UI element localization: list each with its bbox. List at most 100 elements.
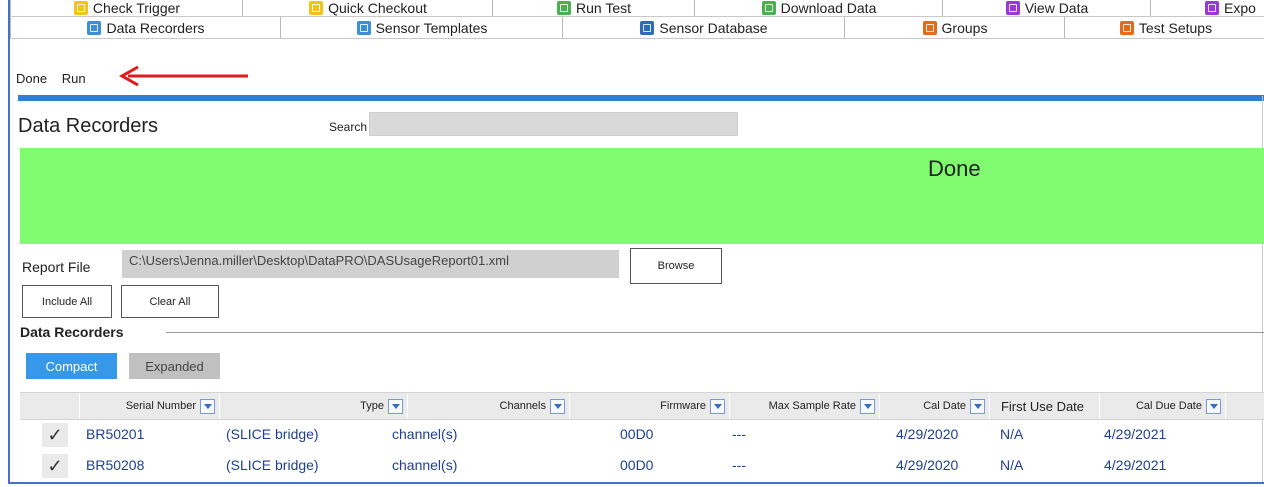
search-label: Search: [329, 120, 368, 134]
tab-label: View Data: [1024, 0, 1089, 16]
groups-icon: [922, 20, 937, 35]
tab-label: Expo: [1224, 0, 1256, 16]
column-header-first-use-date[interactable]: First Use Date: [990, 393, 1100, 419]
run-test-icon: [557, 1, 571, 15]
tab-label: Quick Checkout: [328, 0, 427, 16]
sensor-database-icon: [640, 20, 655, 35]
filter-dropdown-icon[interactable]: [710, 398, 725, 414]
tab-sensor-database[interactable]: Sensor Database: [562, 17, 845, 38]
tab-test-setups[interactable]: Test Setups: [1064, 17, 1264, 38]
report-file-label: Report File: [22, 259, 91, 275]
tab-row-bottom: Data Recorders Sensor Templates Sensor D…: [10, 17, 1264, 39]
table-row[interactable]: ✓ BR50201 (SLICE bridge) channel(s) 00D0…: [20, 420, 1264, 450]
max-sample-rate-cell: ---: [732, 457, 746, 473]
column-header-max-sample-rate[interactable]: Max Sample Rate: [730, 393, 880, 419]
channels-cell: channel(s): [392, 457, 458, 473]
column-header-type[interactable]: Type: [220, 393, 408, 419]
run-command[interactable]: Run: [62, 71, 86, 86]
sensor-templates-icon: [356, 20, 371, 35]
page-title: Data Recorders: [18, 115, 159, 137]
tab-label: Data Recorders: [106, 19, 205, 36]
tab-view-data[interactable]: View Data: [942, 0, 1151, 16]
tab-label: Sensor Database: [659, 19, 768, 36]
data-recorders-icon: [87, 20, 102, 35]
filter-dropdown-icon[interactable]: [1206, 398, 1221, 414]
tab-sensor-templates[interactable]: Sensor Templates: [280, 17, 563, 38]
browse-button[interactable]: Browse: [630, 248, 722, 284]
filter-dropdown-icon[interactable]: [388, 398, 403, 414]
tab-label: Groups: [941, 19, 988, 36]
cal-date-cell: 4/29/2020: [896, 457, 959, 473]
column-label: Max Sample Rate: [768, 400, 856, 412]
cal-date-cell: 4/29/2020: [896, 426, 959, 442]
tab-export[interactable]: Expo: [1150, 0, 1264, 16]
channels-cell: channel(s): [392, 426, 458, 442]
row-checkbox[interactable]: ✓: [42, 423, 68, 447]
command-menu: Done Run: [16, 71, 97, 86]
first-use-date-cell: N/A: [1000, 426, 1024, 442]
clear-all-button[interactable]: Clear All: [121, 285, 219, 318]
header-divider: [18, 95, 1264, 101]
grid-header: Serial Number Type Channels Firmware Max…: [20, 392, 1264, 420]
expanded-view-button[interactable]: Expanded: [129, 353, 220, 379]
tab-label: Download Data: [780, 0, 877, 16]
tab-data-recorders[interactable]: Data Recorders: [10, 17, 281, 38]
type-cell: (SLICE bridge): [226, 457, 319, 473]
tab-check-trigger[interactable]: Check Trigger: [10, 0, 243, 16]
tab-label: Sensor Templates: [375, 19, 488, 36]
column-label: Firmware: [660, 400, 706, 412]
section-divider: [166, 332, 1264, 333]
table-row[interactable]: ✓ BR50208 (SLICE bridge) channel(s) 00D0…: [20, 451, 1264, 481]
tab-run-test[interactable]: Run Test: [492, 0, 695, 16]
column-label: Cal Due Date: [1135, 400, 1202, 412]
tab-row-top: Check Trigger Quick Checkout Run Test Do…: [10, 0, 1264, 17]
test-setups-icon: [1119, 20, 1134, 35]
type-cell: (SLICE bridge): [226, 426, 319, 442]
filter-dropdown-icon[interactable]: [970, 398, 985, 414]
first-use-date-cell: N/A: [1000, 457, 1024, 473]
cal-due-date-cell: 4/29/2021: [1104, 426, 1167, 442]
report-file-field[interactable]: C:\Users\Jenna.miller\Desktop\DataPRO\DA…: [122, 250, 619, 278]
filter-dropdown-icon[interactable]: [550, 398, 565, 414]
column-header-channels[interactable]: Channels: [408, 393, 570, 419]
search-input[interactable]: [369, 112, 738, 136]
serial-number-cell: BR50208: [86, 457, 145, 473]
tab-download-data[interactable]: Download Data: [694, 0, 943, 16]
serial-number-cell: BR50201: [86, 426, 145, 442]
firmware-cell: 00D0: [620, 457, 654, 473]
select-column-header: [20, 393, 80, 419]
app-window: Check Trigger Quick Checkout Run Test Do…: [8, 0, 1264, 484]
status-text: Done: [928, 156, 981, 181]
export-icon: [1205, 1, 1219, 15]
status-banner: Done: [20, 148, 1264, 244]
cal-due-date-cell: 4/29/2021: [1104, 457, 1167, 473]
column-header-cal-due-date[interactable]: Cal Due Date: [1100, 393, 1226, 419]
row-checkbox[interactable]: ✓: [42, 454, 68, 478]
column-label: Type: [360, 400, 384, 412]
column-header-firmware[interactable]: Firmware: [570, 393, 730, 419]
tab-quick-checkout[interactable]: Quick Checkout: [242, 0, 493, 16]
trigger-icon: [73, 1, 88, 15]
column-label: First Use Date: [1000, 398, 1085, 414]
done-command[interactable]: Done: [16, 71, 47, 86]
tab-label: Test Setups: [1138, 19, 1213, 36]
column-label: Cal Date: [923, 400, 966, 412]
column-header-cal-date[interactable]: Cal Date: [880, 393, 990, 419]
column-label: Serial Number: [125, 400, 196, 412]
include-all-button[interactable]: Include All: [22, 285, 112, 318]
tab-label: Run Test: [576, 0, 631, 16]
compact-view-button[interactable]: Compact: [26, 353, 117, 379]
checkout-icon: [309, 1, 324, 15]
column-header-serial[interactable]: Serial Number: [80, 393, 220, 419]
firmware-cell: 00D0: [620, 426, 654, 442]
tab-groups[interactable]: Groups: [844, 17, 1065, 38]
arrow-left-icon: [118, 66, 248, 86]
filter-dropdown-icon[interactable]: [200, 398, 215, 414]
tab-label: Check Trigger: [92, 0, 181, 16]
column-label: Channels: [499, 400, 546, 412]
download-icon: [761, 1, 776, 15]
max-sample-rate-cell: ---: [732, 426, 746, 442]
filter-dropdown-icon[interactable]: [860, 398, 875, 414]
view-data-icon: [1005, 1, 1020, 15]
section-title: Data Recorders: [20, 324, 124, 340]
